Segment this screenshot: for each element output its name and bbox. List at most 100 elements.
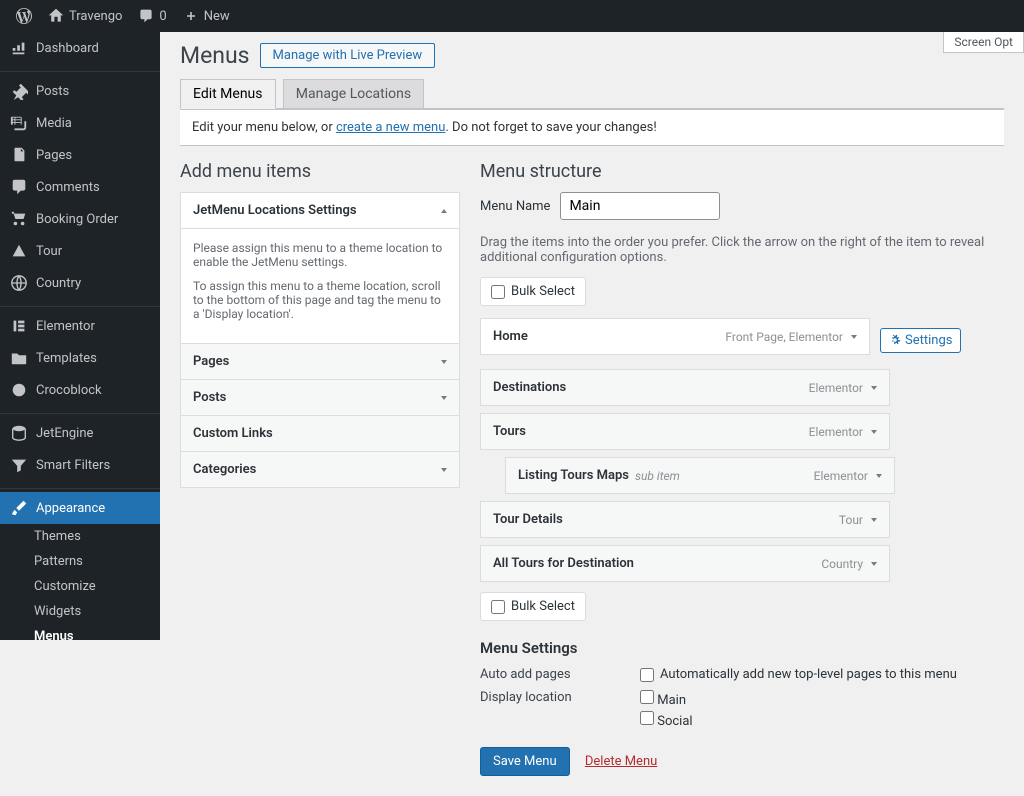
accordion-jetmenu-header[interactable]: JetMenu Locations Settings [181,193,459,228]
plus-icon [183,8,199,24]
sidebar-item-comments[interactable]: Comments [0,171,160,203]
location-main-checkbox[interactable] [640,690,654,704]
menu-name-input[interactable] [560,192,720,220]
media-icon [10,114,28,132]
globe-icon [10,274,28,292]
chevron-down-icon[interactable] [871,386,877,390]
sidebar-item-appearance[interactable]: Appearance [0,492,160,524]
menu-item-listing-tours[interactable]: Listing Tours Maps sub item Elementor [505,457,895,494]
chevron-down-icon [441,360,447,364]
sidebar-item-pages[interactable]: Pages [0,139,160,171]
auto-add-text: Automatically add new top-level pages to… [660,667,957,682]
accordion-jetmenu: JetMenu Locations Settings Please assign… [180,192,460,344]
menu-item-destinations[interactable]: Destinations Elementor [480,369,890,406]
page-icon [10,146,28,164]
sidebar-item-smartfilters[interactable]: Smart Filters [0,449,160,481]
submenu-menus[interactable]: Menus [0,624,160,640]
comments-link[interactable]: 0 [130,0,174,32]
menu-item-type: Tour [839,513,863,527]
submenu-patterns[interactable]: Patterns [0,549,160,574]
menu-item-title: Listing Tours Maps [518,468,629,483]
drag-hint: Drag the items into the order you prefer… [480,235,1004,265]
sidebar-item-dashboard[interactable]: Dashboard [0,32,160,64]
menu-item-type: Elementor [809,425,863,439]
chevron-down-icon[interactable] [851,335,857,339]
chevron-down-icon[interactable] [871,562,877,566]
chevron-down-icon [441,396,447,400]
menu-items-list: Home Front Page, Elementor Settings Dest… [480,318,1004,582]
submenu-widgets[interactable]: Widgets [0,599,160,624]
accordion-title: Categories [193,462,256,477]
comment-icon [10,178,28,196]
sidebar-item-elementor[interactable]: Elementor [0,310,160,342]
triangle-icon [10,242,28,260]
menu-item-type: Elementor [814,469,868,483]
admin-sidebar: Dashboard Posts Media Pages Comments Boo… [0,32,160,640]
brush-icon [10,499,28,517]
chevron-down-icon[interactable] [871,518,877,522]
accordion-custom-links-header[interactable]: Custom Links [181,416,459,451]
menu-item-type: Country [821,557,863,571]
croco-icon [10,381,28,399]
chevron-down-icon[interactable] [876,474,882,478]
menu-item-title: All Tours for Destination [493,556,634,571]
filter-icon [10,456,28,474]
submenu-customize[interactable]: Customize [0,574,160,599]
live-preview-button[interactable]: Manage with Live Preview [260,43,436,68]
gauge-icon [10,39,28,57]
notice-bar: Edit your menu below, or create a new me… [180,109,1004,146]
menu-item-all-tours[interactable]: All Tours for Destination Country [480,545,890,582]
menu-item-type: Elementor [809,381,863,395]
accordion-custom-links: Custom Links [180,415,460,452]
comment-icon [138,8,154,24]
gear-icon [889,334,901,346]
accordion-title: Pages [193,354,229,369]
tab-manage-locations[interactable]: Manage Locations [283,79,424,108]
menu-item-type: Front Page, Elementor [725,330,843,344]
menu-item-tours[interactable]: Tours Elementor [480,413,890,450]
sidebar-item-booking[interactable]: Booking Order [0,203,160,235]
auto-add-checkbox[interactable] [640,668,654,682]
add-items-heading: Add menu items [180,161,460,182]
sidebar-item-templates[interactable]: Templates [0,342,160,374]
bulk-select-bottom[interactable]: Bulk Select [480,592,586,621]
sidebar-item-posts[interactable]: Posts [0,75,160,107]
site-link[interactable]: Travengo [40,0,130,32]
location-social-checkbox[interactable] [640,711,654,725]
chevron-down-icon[interactable] [871,430,877,434]
sidebar-item-label: Appearance [36,501,105,516]
menu-item-tour-details[interactable]: Tour Details Tour [480,501,890,538]
auto-add-label: Auto add pages [480,667,640,682]
menu-settings-heading: Menu Settings [480,639,1004,657]
wp-logo[interactable] [8,0,40,32]
tab-edit-menus[interactable]: Edit Menus [180,79,276,109]
menu-structure-heading: Menu structure [480,161,1004,182]
sidebar-item-label: Posts [36,84,69,99]
create-new-menu-link[interactable]: create a new menu [336,120,445,135]
jetmenu-p1: Please assign this menu to a theme locat… [193,241,447,269]
save-menu-button[interactable]: Save Menu [480,747,570,776]
sidebar-item-country[interactable]: Country [0,267,160,299]
menu-item-home[interactable]: Home Front Page, Elementor [480,318,870,355]
screen-options-toggle[interactable]: Screen Opt [943,32,1024,53]
delete-menu-link[interactable]: Delete Menu [585,754,657,769]
settings-label: Settings [905,333,952,348]
sidebar-item-jetengine[interactable]: JetEngine [0,417,160,449]
accordion-categories-header[interactable]: Categories [181,452,459,487]
chevron-up-icon [441,209,447,213]
accordion-pages-header[interactable]: Pages [181,344,459,379]
bulk-select-top[interactable]: Bulk Select [480,277,586,306]
menu-item-title: Destinations [493,380,566,395]
sidebar-item-tour[interactable]: Tour [0,235,160,267]
menu-item-title: Tours [493,424,526,439]
new-link[interactable]: New [175,0,238,32]
chevron-down-icon [441,468,447,472]
settings-button[interactable]: Settings [880,328,961,353]
bulk-select-checkbox[interactable] [491,285,505,299]
accordion-posts-header[interactable]: Posts [181,380,459,415]
sidebar-item-label: Booking Order [36,212,118,227]
bulk-select-checkbox-bottom[interactable] [491,600,505,614]
sidebar-item-crocoblock[interactable]: Crocoblock [0,374,160,406]
submenu-themes[interactable]: Themes [0,524,160,549]
sidebar-item-media[interactable]: Media [0,107,160,139]
